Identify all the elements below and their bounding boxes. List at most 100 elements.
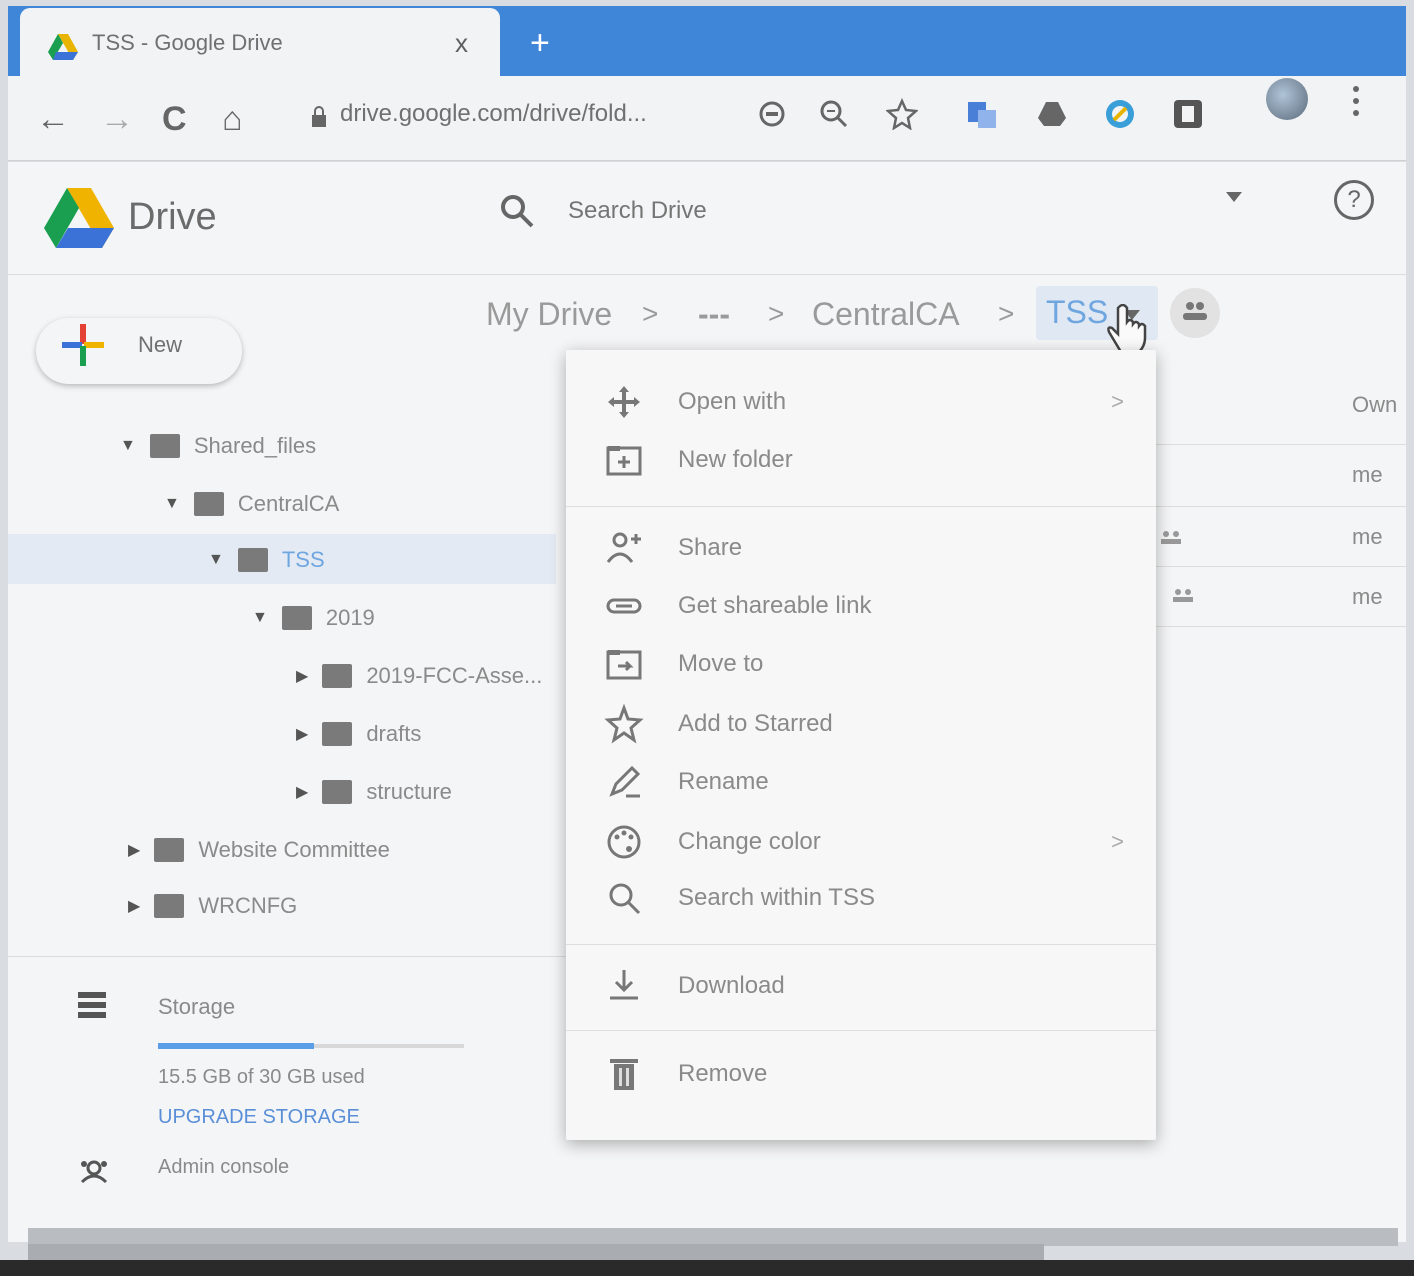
tree-item-label: TSS <box>281 547 325 572</box>
expand-arrow-icon[interactable]: ▼ <box>208 551 224 569</box>
storage-bar-fill <box>158 1043 314 1049</box>
expand-arrow-icon[interactable]: ▼ <box>120 437 136 455</box>
trash-icon <box>610 1059 638 1090</box>
storage-divider <box>8 956 568 957</box>
menu-divider <box>566 1030 1156 1031</box>
monitor-bezel <box>0 1260 1414 1276</box>
menu-item-label: Open with <box>678 388 787 415</box>
breadcrumb-separator: > <box>642 298 659 329</box>
help-icon[interactable]: ? <box>1334 180 1374 220</box>
expand-arrow-icon[interactable]: ▼ <box>252 609 268 627</box>
upgrade-storage-link[interactable]: UPGRADE STORAGE <box>158 1106 360 1129</box>
search-options-caret-icon[interactable] <box>1224 190 1244 204</box>
menu-item-new-folder[interactable]: New folder <box>604 440 1124 480</box>
browser-menu-icon[interactable] <box>1350 84 1362 118</box>
tab-title: TSS - Google Drive <box>92 30 283 55</box>
breadcrumb-separator: > <box>998 298 1015 329</box>
header-divider <box>8 274 1406 275</box>
back-icon[interactable]: ← <box>36 100 70 139</box>
collapse-arrow-icon[interactable]: ▶ <box>296 782 308 802</box>
tree-item-structure[interactable]: ▶ structure <box>296 772 452 812</box>
drive-extension-icon[interactable] <box>1036 98 1068 130</box>
breadcrumb-my-drive[interactable]: My Drive <box>486 296 612 333</box>
tree-item-drafts[interactable]: ▶ drafts <box>296 714 421 754</box>
file-owner: me <box>1352 462 1383 487</box>
menu-item-rename[interactable]: Rename <box>604 762 1124 802</box>
home-icon[interactable]: ⌂ <box>222 100 243 139</box>
collapse-arrow-icon[interactable]: ▶ <box>296 666 308 686</box>
menu-item-download[interactable]: Download <box>604 966 1124 1006</box>
breadcrumb-centralca[interactable]: CentralCA <box>812 296 960 333</box>
search-input[interactable] <box>566 196 1170 226</box>
tree-item-label: drafts <box>366 721 422 746</box>
star-icon <box>604 704 644 744</box>
reload-icon[interactable]: C <box>162 100 187 139</box>
menu-item-change-color[interactable]: Change color > <box>604 822 1124 862</box>
owner-column-header[interactable]: Own <box>1352 392 1397 418</box>
shared-folder-icon <box>149 434 180 458</box>
list-divider <box>1156 506 1406 507</box>
bookmark-star-icon[interactable] <box>886 98 918 130</box>
storage-icon <box>78 992 106 1018</box>
shared-people-icon <box>1173 589 1193 602</box>
cast-icon[interactable] <box>756 98 788 130</box>
link-icon <box>606 598 642 614</box>
tree-item-centralca[interactable]: ▼ CentralCA <box>164 484 339 524</box>
collapse-arrow-icon[interactable]: ▶ <box>128 840 140 860</box>
collapse-arrow-icon[interactable]: ▶ <box>296 724 308 744</box>
menu-item-open-with[interactable]: Open with > <box>604 382 1124 422</box>
menu-item-label: Remove <box>678 1060 768 1087</box>
shared-folder-icon <box>322 722 353 746</box>
menu-item-label: Get shareable link <box>678 592 872 619</box>
tree-item-label: structure <box>366 779 452 804</box>
file-owner: me <box>1352 584 1383 609</box>
menu-item-label: Rename <box>678 768 769 795</box>
shared-folder-icon <box>322 664 353 688</box>
translate-extension-icon[interactable] <box>966 98 998 130</box>
menu-divider <box>566 944 1156 945</box>
menu-item-label: Download <box>678 972 785 999</box>
menu-item-add-starred[interactable]: Add to Starred <box>604 704 1124 744</box>
breadcrumb-separator: > <box>768 298 785 329</box>
submenu-arrow-icon: > <box>1111 389 1124 414</box>
move-to-icon <box>606 650 642 680</box>
new-tab-button[interactable]: + <box>530 24 550 63</box>
plus-icon <box>62 324 104 366</box>
menu-item-get-link[interactable]: Get shareable link <box>604 586 1124 626</box>
search-icon <box>609 883 641 915</box>
storage-label[interactable]: Storage <box>158 994 235 1020</box>
submenu-arrow-icon: > <box>1111 829 1124 854</box>
download-icon <box>610 970 638 1000</box>
new-folder-icon <box>606 446 642 476</box>
profile-avatar[interactable] <box>1266 78 1308 120</box>
people-icon <box>1183 302 1207 320</box>
list-divider <box>1156 566 1406 567</box>
search-icon[interactable] <box>500 194 534 228</box>
tree-item-2019-fcc[interactable]: ▶ 2019-FCC-Asse... <box>296 656 542 696</box>
breadcrumb-current-label[interactable]: TSS <box>1046 294 1108 331</box>
menu-item-share[interactable]: Share <box>604 528 1124 568</box>
menu-item-move-to[interactable]: Move to <box>604 644 1124 684</box>
tree-item-wrcnfg[interactable]: ▶ WRCNFG <box>128 886 297 926</box>
expand-arrow-icon[interactable]: ▼ <box>164 495 180 513</box>
tree-item-shared-files[interactable]: ▼ Shared_files <box>120 426 316 466</box>
breadcrumb-collapsed[interactable]: --- <box>698 296 730 333</box>
menu-item-remove[interactable]: Remove <box>604 1054 1124 1094</box>
forward-icon[interactable]: → <box>100 100 134 139</box>
drive-logo-icon <box>44 188 114 248</box>
collapse-arrow-icon[interactable]: ▶ <box>128 896 140 916</box>
pencil-icon <box>609 765 641 798</box>
app-title: Drive <box>128 196 217 238</box>
tree-item-tss[interactable]: ▼ TSS <box>208 540 325 580</box>
tree-item-2019[interactable]: ▼ 2019 <box>252 598 375 638</box>
menu-item-search-within[interactable]: Search within TSS <box>604 878 1124 918</box>
close-tab-icon[interactable]: x <box>455 28 468 59</box>
share-person-icon <box>606 532 641 563</box>
extension-square-icon[interactable] <box>1172 98 1204 130</box>
admin-console-link[interactable]: Admin console <box>158 1156 289 1179</box>
address-bar[interactable]: drive.google.com/drive/fold... <box>340 100 647 128</box>
zoom-icon[interactable] <box>818 98 850 130</box>
extension-circle-icon[interactable] <box>1104 98 1136 130</box>
tree-item-website-committee[interactable]: ▶ Website Committee <box>128 830 390 870</box>
tree-item-label: Website Committee <box>198 837 390 862</box>
